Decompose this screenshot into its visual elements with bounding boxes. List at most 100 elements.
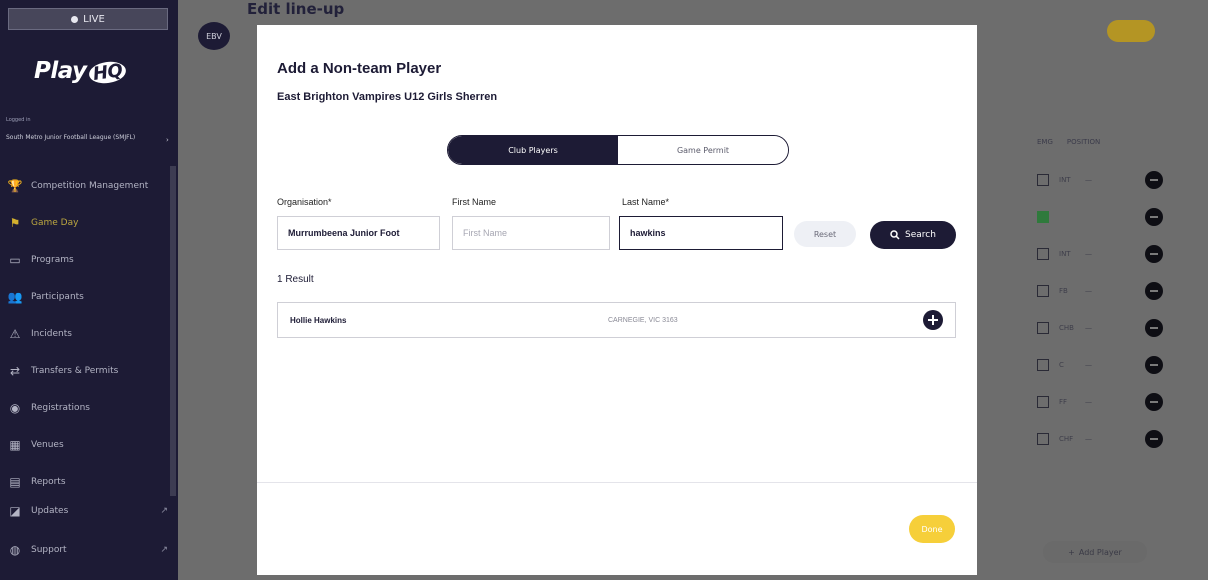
sidebar-item-participants[interactable]: 👥 Participants [8,287,168,307]
done-button[interactable]: Done [909,515,955,543]
team-logo-icon: EBV [198,22,230,50]
sidebar-item-support[interactable]: ◍ Support ↗ [8,540,168,560]
remove-player-icon[interactable] [1145,319,1163,337]
lineup-row [1037,206,1163,228]
tab-club-players[interactable]: Club Players [448,136,618,164]
position-select[interactable]: INT [1059,250,1085,258]
lineup-column-headers: EMG POSITION [1037,138,1100,146]
position-select[interactable]: CHF [1059,435,1085,443]
sidebar-scrollbar[interactable] [170,166,176,496]
chevron-down-icon: — [1085,435,1092,443]
page-title: Edit line-up [247,0,345,18]
warning-icon: ⚠ [9,327,21,341]
live-dot-icon [71,15,79,23]
transfer-icon: ⇄ [9,364,21,378]
emergency-checkbox[interactable] [1037,285,1049,297]
position-select[interactable]: FF [1059,398,1085,406]
lineup-row: CHF — [1037,428,1163,450]
sidebar-item-game-day[interactable]: ⚑ Game Day [8,213,168,233]
lineup-row: FB — [1037,280,1163,302]
modal-divider [257,482,977,483]
remove-player-icon[interactable] [1145,430,1163,448]
result-row: Hollie Hawkins CARNEGIE, VIC 3163 [277,302,956,338]
lineup-row: C — [1037,354,1163,376]
tab-game-permit[interactable]: Game Permit [618,136,788,164]
sidebar-item-registrations[interactable]: ◉ Registrations [8,398,168,418]
globe-icon: ◉ [9,401,21,415]
search-button[interactable]: Search [870,221,956,249]
position-select[interactable]: INT [1059,176,1085,184]
lineup-row: CHB — [1037,317,1163,339]
emergency-checkbox[interactable] [1037,174,1049,186]
emergency-checkbox[interactable] [1037,433,1049,445]
chevron-down-icon: — [1085,176,1092,184]
emergency-checkbox[interactable] [1037,211,1049,223]
sidebar-item-updates[interactable]: ◪ Updates ↗ [8,501,168,521]
sidebar-item-transfers-permits[interactable]: ⇄ Transfers & Permits [8,361,168,381]
lineup-row: FF — [1037,391,1163,413]
last-name-label: Last Name* [622,197,670,207]
col-position: POSITION [1066,138,1101,146]
live-indicator[interactable]: LIVE [8,8,168,30]
sidebar-item-label: Venues [31,440,64,450]
chevron-down-icon: — [1085,398,1092,406]
org-selector[interactable]: South Metro Junior Football League (SMJF… [6,134,164,142]
sidebar-item-label: Updates [31,506,69,516]
remove-player-icon[interactable] [1145,393,1163,411]
save-button[interactable] [1107,20,1155,42]
organisation-field[interactable]: Murrumbeena Junior Foot [277,216,440,250]
position-select[interactable]: C [1059,361,1085,369]
first-name-field[interactable]: First Name [452,216,610,250]
sidebar-item-label: Registrations [31,403,90,413]
sidebar-item-programs[interactable]: ▭ Programs [8,250,168,270]
external-link-icon: ↗ [160,506,168,516]
chevron-down-icon: — [1085,324,1092,332]
sidebar-item-venues[interactable]: ▦ Venues [8,435,168,455]
sidebar-item-competition-management[interactable]: 🏆 Competition Management [8,176,168,196]
remove-player-icon[interactable] [1145,282,1163,300]
last-name-field[interactable]: hawkins [619,216,783,250]
sidebar-item-label: Incidents [31,329,72,339]
emergency-checkbox[interactable] [1037,248,1049,260]
users-icon: 👥 [7,290,23,304]
add-player-button[interactable]: + Add Player [1043,541,1147,563]
chevron-down-icon: — [1085,250,1092,258]
remove-player-icon[interactable] [1145,171,1163,189]
trophy-icon: 🏆 [7,179,23,193]
add-player-icon[interactable] [923,310,943,330]
remove-player-icon[interactable] [1145,356,1163,374]
emergency-checkbox[interactable] [1037,396,1049,408]
remove-player-icon[interactable] [1145,245,1163,263]
add-non-team-player-modal: Add a Non-team Player East Brighton Vamp… [257,25,977,575]
search-label: Search [905,230,936,240]
sidebar-item-incidents[interactable]: ⚠ Incidents [8,324,168,344]
flag-icon: ⚑ [9,216,21,230]
sidebar-item-label: Reports [31,477,66,487]
lineup-row: INT — [1037,243,1163,265]
book-icon: ▭ [9,253,21,267]
chevron-down-icon: — [1085,361,1092,369]
cancel-button[interactable] [1168,24,1208,36]
emergency-checkbox[interactable] [1037,359,1049,371]
sidebar-item-label: Participants [31,292,84,302]
position-select[interactable]: CHB [1059,324,1085,332]
report-icon: ▤ [9,475,21,489]
emergency-checkbox[interactable] [1037,322,1049,334]
chevron-down-icon[interactable]: › [166,136,169,144]
remove-player-icon[interactable] [1145,208,1163,226]
col-emg: EMG [1037,138,1053,146]
external-link-icon: ↗ [160,545,168,555]
lineup-row: INT — [1037,169,1163,191]
sidebar-item-label: Competition Management [31,181,149,191]
player-source-toggle: Club Players Game Permit [447,135,789,165]
first-name-label: First Name [452,197,497,207]
modal-title: Add a Non-team Player [277,60,442,77]
sidebar-item-reports[interactable]: ▤ Reports [8,472,168,492]
position-select[interactable]: FB [1059,287,1085,295]
result-location: CARNEGIE, VIC 3163 [608,316,678,324]
playhq-logo[interactable]: Play HQ [34,58,128,86]
result-count: 1 Result [277,274,314,285]
reset-button[interactable]: Reset [794,221,856,247]
sidebar-item-label: Support [31,545,67,555]
organisation-label: Organisation* [277,197,332,207]
